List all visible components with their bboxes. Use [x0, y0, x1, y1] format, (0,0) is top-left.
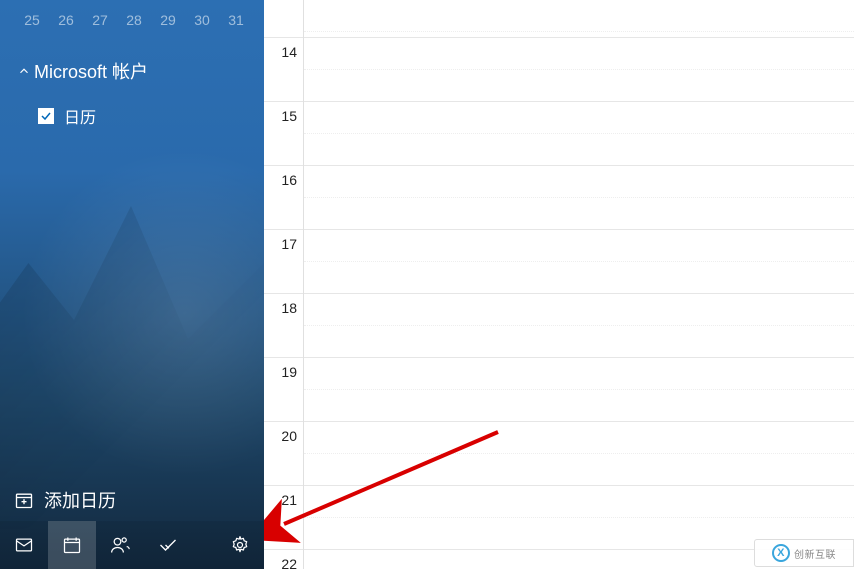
calendar-add-icon: [14, 490, 34, 510]
mini-day[interactable]: 26: [54, 12, 78, 28]
hour-row: 17: [264, 230, 303, 294]
mini-day[interactable]: 31: [224, 12, 248, 28]
account-label: Microsoft 帐户: [34, 58, 148, 84]
time-slot[interactable]: [304, 422, 854, 486]
sidebar: 25 26 27 28 29 30 31 Microsoft 帐户 日历 添加日…: [0, 0, 264, 569]
hour-label: 15: [281, 108, 297, 124]
hour-labels-column: 14 15 16 17 18 19 20 21 22: [264, 0, 304, 569]
account-toggle[interactable]: Microsoft 帐户: [0, 40, 264, 94]
mini-day[interactable]: 25: [20, 12, 44, 28]
time-slot[interactable]: [304, 102, 854, 166]
mail-button[interactable]: [0, 521, 48, 569]
mini-day[interactable]: 27: [88, 12, 112, 28]
time-slot[interactable]: [304, 230, 854, 294]
watermark: X 创新互联: [754, 539, 854, 567]
people-button[interactable]: [96, 521, 144, 569]
hour-label: 21: [281, 492, 297, 508]
todo-button[interactable]: [144, 521, 192, 569]
calendar-checkbox-row[interactable]: 日历: [0, 94, 264, 138]
mini-day[interactable]: 30: [190, 12, 214, 28]
hour-row: 16: [264, 166, 303, 230]
hour-row: 20: [264, 422, 303, 486]
watermark-text: 创新互联: [794, 546, 836, 561]
calendar-name-label: 日历: [64, 104, 96, 128]
mini-day[interactable]: 29: [156, 12, 180, 28]
time-slot[interactable]: [304, 294, 854, 358]
calendar-day-view: 14 15 16 17 18 19 20 21 22: [264, 0, 854, 569]
calendar-icon: [62, 535, 82, 555]
hour-row: 15: [264, 102, 303, 166]
settings-button[interactable]: [216, 521, 264, 569]
hour-label: 16: [281, 172, 297, 188]
hour-label: 22: [281, 556, 297, 569]
background-mountain: [0, 149, 264, 529]
checkbox-checked-icon: [38, 108, 54, 124]
hour-row: [264, 0, 303, 38]
people-icon: [110, 535, 130, 555]
hour-label: 14: [281, 44, 297, 60]
hour-row: 18: [264, 294, 303, 358]
hour-row: 14: [264, 38, 303, 102]
hour-row: 22: [264, 550, 303, 569]
hour-row: 21: [264, 486, 303, 550]
time-slot[interactable]: [304, 358, 854, 422]
add-calendar-label: 添加日历: [44, 487, 116, 513]
hour-label: 20: [281, 428, 297, 444]
mail-icon: [14, 535, 34, 555]
gear-icon: [230, 535, 250, 555]
calendar-button[interactable]: [48, 521, 96, 569]
hour-label: 19: [281, 364, 297, 380]
hour-row: 19: [264, 358, 303, 422]
time-slot[interactable]: [304, 38, 854, 102]
watermark-logo-icon: X: [772, 544, 790, 562]
day-column[interactable]: [304, 0, 854, 569]
time-slot[interactable]: [304, 0, 854, 38]
mini-calendar-week-row: 25 26 27 28 29 30 31: [0, 0, 264, 40]
hour-label: 18: [281, 300, 297, 316]
mini-day[interactable]: 28: [122, 12, 146, 28]
chevron-up-icon: [14, 64, 34, 78]
add-calendar-button[interactable]: 添加日历: [14, 487, 116, 513]
hour-label: 17: [281, 236, 297, 252]
time-slot[interactable]: [304, 166, 854, 230]
bottom-nav: [0, 521, 264, 569]
todo-icon: [158, 535, 178, 555]
